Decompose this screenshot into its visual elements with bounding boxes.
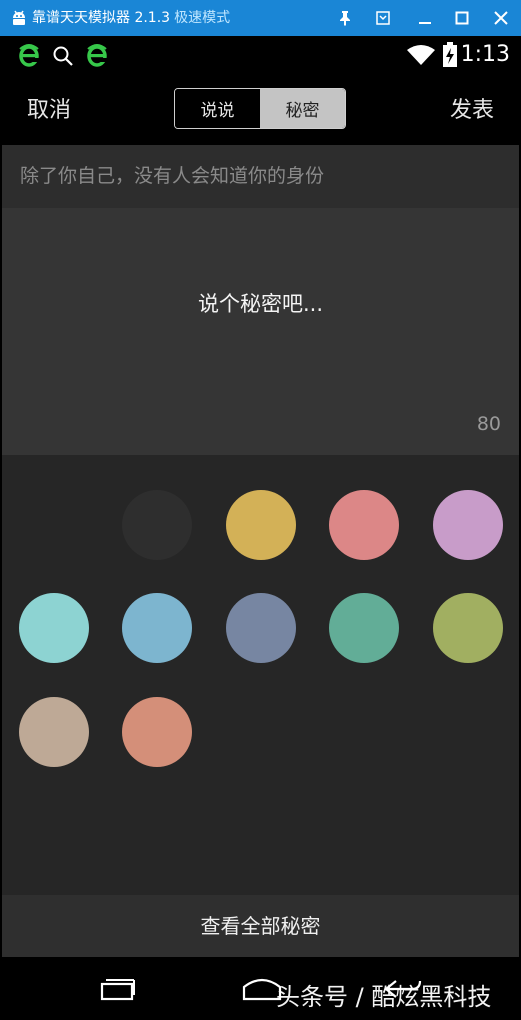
background-color-picker: [2, 455, 519, 895]
view-all-secrets-button[interactable]: 查看全部秘密: [2, 895, 519, 957]
status-time: 1:13: [460, 42, 510, 67]
mode-segmented-control: 说说 秘密: [174, 88, 346, 129]
wifi-icon: [407, 45, 435, 65]
publish-button[interactable]: 发表: [450, 92, 494, 124]
color-swatch[interactable]: [226, 490, 296, 560]
maximize-icon[interactable]: [450, 6, 474, 30]
minimize-icon[interactable]: [413, 6, 437, 30]
color-swatch[interactable]: [19, 697, 89, 767]
char-remaining-count: 80: [476, 413, 501, 435]
color-swatch[interactable]: [329, 490, 399, 560]
android-nav-bar: 头条号 / 酷炫黑科技: [2, 957, 519, 1020]
cancel-button[interactable]: 取消: [27, 92, 71, 124]
close-icon[interactable]: [489, 6, 513, 30]
app-header: 取消 说说 秘密 发表: [2, 74, 519, 145]
phone-screen: 1:13 取消 说说 秘密 发表 除了你自己，没有人会知道你的身份 说个秘密吧.…: [2, 36, 519, 1020]
android-icon: [13, 10, 25, 25]
tab-shuoshuo[interactable]: 说说: [175, 89, 260, 128]
color-swatch[interactable]: [433, 593, 503, 663]
color-swatch[interactable]: [329, 593, 399, 663]
emulator-name: 靠谱天天模拟器 2.1.3: [32, 10, 171, 26]
emulator-title: 靠谱天天模拟器 2.1.3 极速模式: [32, 9, 230, 27]
pin-icon[interactable]: [333, 6, 357, 30]
emulator-titlebar: 靠谱天天模拟器 2.1.3 极速模式: [0, 0, 521, 36]
color-swatch[interactable]: [19, 593, 89, 663]
color-swatch[interactable]: [122, 490, 192, 560]
color-swatch[interactable]: [433, 490, 503, 560]
recent-apps-icon[interactable]: [100, 975, 136, 1001]
input-placeholder: 说个秘密吧...: [197, 292, 324, 316]
secret-text-input[interactable]: 说个秘密吧... 80: [2, 208, 519, 455]
search-icon: [53, 46, 73, 66]
ie-browser-icon: [19, 44, 39, 67]
battery-charging-icon: [443, 42, 457, 67]
anonymity-hint: 除了你自己，没有人会知道你的身份: [2, 145, 519, 208]
color-swatch[interactable]: [122, 697, 192, 767]
status-bar: 1:13: [2, 36, 519, 74]
watermark: 头条号 / 酷炫黑科技: [276, 983, 492, 1011]
tab-secret[interactable]: 秘密: [260, 89, 345, 128]
color-swatch[interactable]: [122, 593, 192, 663]
settings-dropdown-icon[interactable]: [371, 6, 395, 30]
emulator-mode[interactable]: 极速模式: [174, 10, 230, 26]
ie-browser-icon-2: [87, 44, 107, 67]
color-swatch[interactable]: [226, 593, 296, 663]
